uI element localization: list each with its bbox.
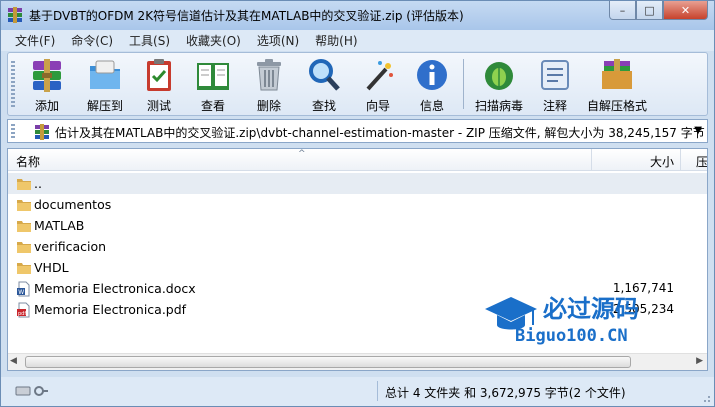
menu-tools[interactable]: 工具(S) bbox=[121, 32, 178, 49]
folder-up-icon bbox=[17, 179, 31, 190]
extract-to-label: 解压到 bbox=[86, 99, 123, 113]
status-separator bbox=[377, 381, 378, 401]
maximize-button[interactable]: □ bbox=[636, 1, 663, 20]
window-controls: – □ ✕ bbox=[609, 1, 708, 21]
info-icon bbox=[413, 56, 451, 94]
scroll-right-icon[interactable]: ▶ bbox=[696, 356, 703, 366]
bug-icon bbox=[480, 56, 518, 94]
test-label: 测试 bbox=[146, 99, 171, 113]
chevron-down-icon[interactable]: ▼ bbox=[694, 125, 702, 136]
comment-button[interactable]: 注释 bbox=[532, 56, 578, 114]
file-name: .. bbox=[34, 176, 42, 191]
menu-commands[interactable]: 命令(C) bbox=[63, 32, 121, 49]
address-bar[interactable]: 估计及其在MATLAB中的交叉验证.zip\dvbt-channel-estim… bbox=[7, 119, 708, 143]
wizard-button[interactable]: 向导 bbox=[355, 56, 401, 114]
extract-to-button[interactable]: 解压到 bbox=[80, 56, 130, 114]
list-item[interactable]: verificacion bbox=[8, 236, 707, 257]
svg-text:pdf: pdf bbox=[18, 311, 26, 317]
scan-virus-button[interactable]: 扫描病毒 bbox=[470, 56, 528, 114]
toolbar: 添加 解压到 测试 查看 删除 查找 向导 信息 扫描病毒 注释 自解压格式 bbox=[7, 52, 708, 116]
folder-extract-icon bbox=[86, 56, 124, 94]
info-label: 信息 bbox=[419, 99, 444, 113]
wizard-label: 向导 bbox=[365, 99, 390, 113]
watermark-logo: 必过源码 Biguo100.CN bbox=[485, 295, 639, 346]
list-header: 名称 ^ 大小 压 bbox=[8, 149, 707, 171]
list-item[interactable]: .. bbox=[8, 173, 707, 194]
file-name: Memoria Electronica.pdf bbox=[34, 302, 187, 317]
file-name: VHDL bbox=[34, 260, 69, 275]
folder-icon bbox=[17, 242, 31, 253]
scroll-left-icon[interactable]: ◀ bbox=[10, 356, 17, 366]
add-label: 添加 bbox=[34, 99, 59, 113]
resize-grip-icon[interactable] bbox=[701, 393, 711, 403]
address-path: 估计及其在MATLAB中的交叉验证.zip\dvbt-channel-estim… bbox=[55, 126, 705, 140]
sfx-label: 自解压格式 bbox=[586, 99, 647, 113]
trash-icon bbox=[250, 56, 288, 94]
books-icon bbox=[28, 56, 66, 94]
delete-button[interactable]: 删除 bbox=[246, 56, 292, 114]
pdf-icon: pdf bbox=[17, 302, 30, 318]
comment-icon bbox=[536, 56, 574, 94]
menu-favorites[interactable]: 收藏夹(O) bbox=[178, 32, 249, 49]
horizontal-scrollbar[interactable]: ◀ ▶ bbox=[8, 353, 707, 370]
scrollbar-thumb[interactable] bbox=[25, 356, 631, 368]
word-doc-icon: W bbox=[17, 281, 30, 297]
info-button[interactable]: 信息 bbox=[409, 56, 455, 114]
folder-icon bbox=[17, 200, 31, 211]
menu-file[interactable]: 文件(F) bbox=[7, 32, 63, 49]
status-summary: 总计 4 文件夹 和 3,672,975 字节(2 个文件) bbox=[385, 386, 626, 400]
column-name[interactable]: 名称 bbox=[16, 153, 40, 170]
toolbar-separator bbox=[463, 59, 464, 109]
column-packed[interactable]: 压 bbox=[696, 153, 707, 170]
view-button[interactable]: 查看 bbox=[190, 56, 236, 114]
address-grip bbox=[11, 124, 15, 140]
add-button[interactable]: 添加 bbox=[24, 56, 70, 114]
view-label: 查看 bbox=[200, 99, 225, 113]
folder-icon bbox=[17, 221, 31, 232]
window-title: 基于DVBT的OFDM 2K符号信道估计及其在MATLAB中的交叉验证.zip … bbox=[29, 9, 464, 23]
graduation-cap-icon bbox=[485, 297, 537, 321]
folder-icon bbox=[17, 263, 31, 274]
delete-label: 删除 bbox=[256, 99, 281, 113]
status-bar: 总计 4 文件夹 和 3,672,975 字节(2 个文件) bbox=[1, 377, 714, 406]
column-divider[interactable] bbox=[680, 149, 681, 171]
column-divider[interactable] bbox=[591, 149, 592, 171]
scan-virus-label: 扫描病毒 bbox=[474, 99, 523, 113]
archive-icon bbox=[35, 124, 49, 140]
magic-wand-icon bbox=[359, 56, 397, 94]
list-item[interactable]: MATLAB bbox=[8, 215, 707, 236]
comment-label: 注释 bbox=[542, 99, 567, 113]
test-button[interactable]: 测试 bbox=[136, 56, 182, 114]
find-button[interactable]: 查找 bbox=[301, 56, 347, 114]
close-button[interactable]: ✕ bbox=[663, 1, 708, 20]
find-label: 查找 bbox=[311, 99, 336, 113]
magnifier-icon bbox=[305, 56, 343, 94]
list-item[interactable]: documentos bbox=[8, 194, 707, 215]
title-bar[interactable]: 基于DVBT的OFDM 2K符号信道估计及其在MATLAB中的交叉验证.zip … bbox=[1, 1, 714, 30]
minimize-button[interactable]: – bbox=[609, 1, 636, 20]
file-name: Memoria Electronica.docx bbox=[34, 281, 196, 296]
app-window: 基于DVBT的OFDM 2K符号信道估计及其在MATLAB中的交叉验证.zip … bbox=[0, 0, 715, 407]
sfx-box-icon bbox=[598, 56, 636, 94]
watermark-en: Biguo100.CN bbox=[515, 326, 628, 346]
toolbar-grip[interactable] bbox=[11, 61, 15, 109]
menu-bar: 文件(F) 命令(C) 工具(S) 收藏夹(O) 选项(N) 帮助(H) bbox=[1, 30, 714, 51]
svg-text:W: W bbox=[18, 289, 24, 296]
sort-arrow-icon: ^ bbox=[298, 149, 306, 159]
file-name: MATLAB bbox=[34, 218, 85, 233]
drive-key-icon bbox=[15, 386, 48, 396]
menu-options[interactable]: 选项(N) bbox=[249, 32, 307, 49]
list-item[interactable]: VHDL bbox=[8, 257, 707, 278]
menu-help[interactable]: 帮助(H) bbox=[307, 32, 365, 49]
file-name: verificacion bbox=[34, 239, 107, 254]
clipboard-check-icon bbox=[140, 56, 178, 94]
open-book-icon bbox=[194, 56, 232, 94]
file-name: documentos bbox=[34, 197, 112, 212]
winrar-app-icon bbox=[8, 7, 22, 23]
column-size[interactable]: 大小 bbox=[650, 153, 674, 170]
watermark-cn: 必过源码 bbox=[543, 295, 639, 323]
sfx-button[interactable]: 自解压格式 bbox=[584, 56, 650, 114]
